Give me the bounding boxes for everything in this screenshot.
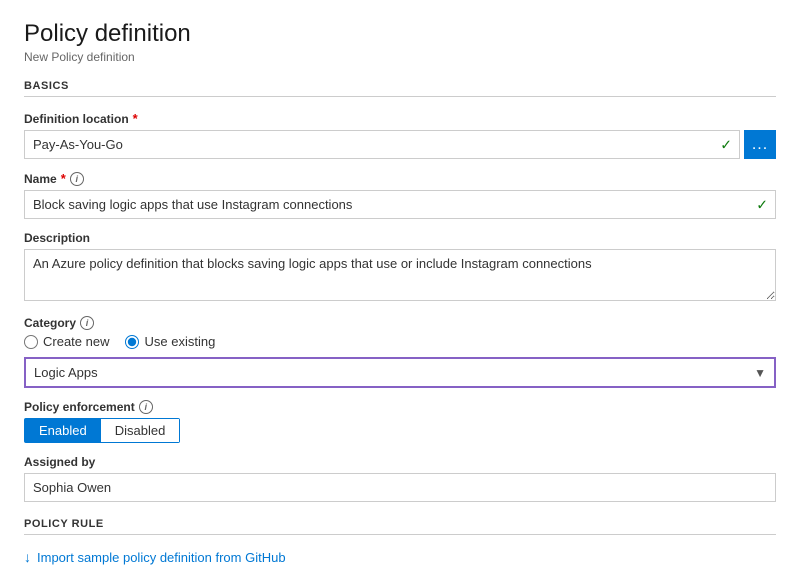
assigned-by-input[interactable] bbox=[24, 473, 776, 502]
definition-location-checkmark: ✓ bbox=[720, 136, 732, 153]
description-label: Description bbox=[24, 231, 776, 245]
category-radio-group: Create new Use existing bbox=[24, 334, 776, 349]
download-icon: ↓ bbox=[24, 549, 31, 565]
policy-enforcement-disabled-button[interactable]: Disabled bbox=[101, 419, 180, 442]
policy-rule-section-header: POLICY RULE bbox=[24, 518, 776, 535]
definition-location-label: Definition location * bbox=[24, 111, 776, 126]
category-create-new-option[interactable]: Create new bbox=[24, 334, 109, 349]
name-info-icon[interactable]: i bbox=[70, 172, 84, 186]
category-create-new-radio[interactable] bbox=[24, 335, 38, 349]
description-textarea[interactable] bbox=[24, 249, 776, 301]
page-subtitle: New Policy definition bbox=[24, 50, 776, 64]
policy-enforcement-group: Policy enforcement i Enabled Disabled bbox=[24, 400, 776, 443]
import-policy-link[interactable]: ↓ Import sample policy definition from G… bbox=[24, 549, 776, 565]
definition-location-required: * bbox=[133, 111, 138, 126]
category-select-wrapper: Logic Apps Compute Storage Network ▼ bbox=[24, 357, 776, 388]
policy-rule-section: POLICY RULE ↓ Import sample policy defin… bbox=[24, 518, 776, 565]
name-input[interactable] bbox=[24, 190, 776, 219]
policy-enforcement-info-icon[interactable]: i bbox=[139, 400, 153, 414]
category-use-existing-radio[interactable] bbox=[125, 335, 139, 349]
name-group: Name * i ✓ bbox=[24, 171, 776, 219]
category-group: Category i Create new Use existing Logic… bbox=[24, 316, 776, 388]
category-use-existing-option[interactable]: Use existing bbox=[125, 334, 215, 349]
definition-location-input[interactable] bbox=[24, 130, 740, 159]
name-label: Name * i bbox=[24, 171, 776, 186]
definition-location-group: Definition location * ✓ ... bbox=[24, 111, 776, 159]
category-label: Category i bbox=[24, 316, 776, 330]
category-info-icon[interactable]: i bbox=[80, 316, 94, 330]
assigned-by-group: Assigned by bbox=[24, 455, 776, 502]
page-title: Policy definition bbox=[24, 20, 776, 48]
category-select[interactable]: Logic Apps Compute Storage Network bbox=[24, 357, 776, 388]
definition-location-input-row: ✓ ... bbox=[24, 130, 776, 159]
description-group: Description bbox=[24, 231, 776, 304]
policy-enforcement-enabled-button[interactable]: Enabled bbox=[25, 419, 101, 442]
name-checkmark: ✓ bbox=[756, 196, 768, 213]
policy-enforcement-toggle: Enabled Disabled bbox=[24, 418, 180, 443]
basics-section-header: BASICS bbox=[24, 80, 776, 97]
name-required: * bbox=[61, 171, 66, 186]
name-input-wrapper: ✓ bbox=[24, 190, 776, 219]
assigned-by-label: Assigned by bbox=[24, 455, 776, 469]
definition-location-ellipsis-button[interactable]: ... bbox=[744, 130, 776, 159]
definition-location-input-wrapper: ✓ bbox=[24, 130, 740, 159]
policy-enforcement-label: Policy enforcement i bbox=[24, 400, 776, 414]
